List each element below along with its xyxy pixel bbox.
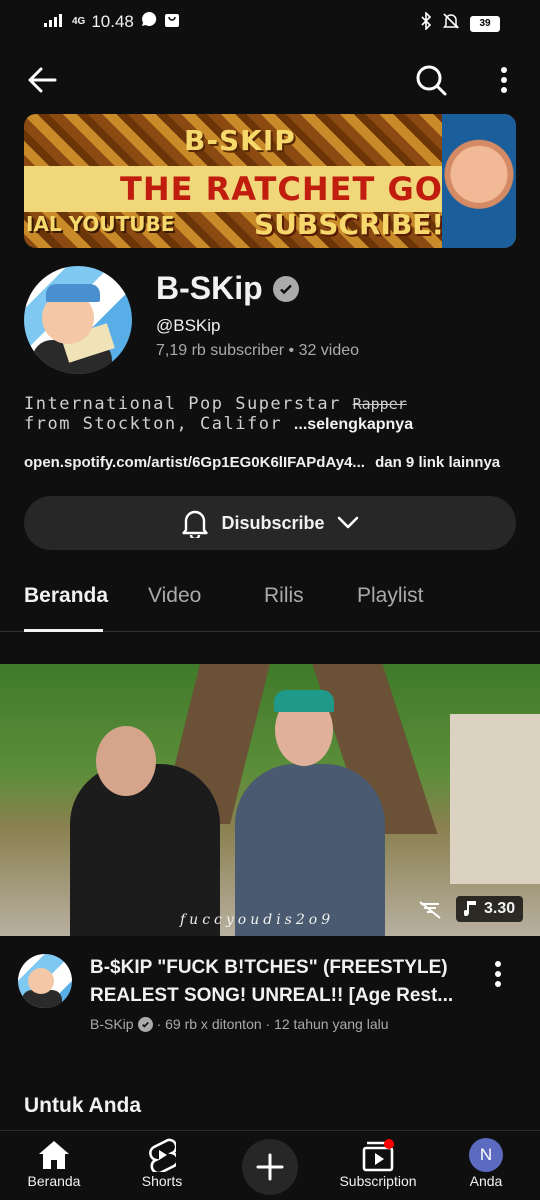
banner-text: IAL YOUTUBE [26,212,175,236]
nav-you[interactable]: N Anda [436,1137,536,1189]
tab-home[interactable]: Beranda [24,584,108,608]
more-links[interactable]: dan 9 link lainnya [375,454,500,471]
duration-text: 3.30 [484,900,516,917]
nav-subscriptions[interactable]: Subscription [328,1137,428,1189]
notification-dot [384,1139,394,1149]
video-more-button[interactable] [484,958,512,990]
verified-icon [137,1016,153,1032]
more-vertical-icon [495,961,501,987]
nav-subscriptions-label: Subscription [339,1173,417,1189]
battery-icon: 39 [470,15,500,32]
description-text: from Stockton, Califor [24,414,283,434]
tab-videos[interactable]: Video [148,584,201,608]
nav-home[interactable]: Beranda [4,1137,104,1189]
video-channel-name[interactable]: B-SKip [90,1016,134,1032]
tab-playlists[interactable]: Playlist [357,584,424,608]
more-options-button[interactable] [484,60,524,100]
home-icon [39,1141,69,1169]
network-type: 4G [72,16,86,27]
verified-icon [272,275,299,302]
banner-portrait [442,114,516,248]
shorts-icon [149,1138,176,1172]
plus-icon [256,1153,284,1181]
channel-handle: @BSKip [156,316,221,335]
video-title[interactable]: B-$KIP "FUCK B!TCHES" (FREESTYLE) REALES… [90,954,482,1010]
nav-shorts-label: Shorts [141,1173,183,1189]
music-note-icon [464,901,476,916]
subscribe-button[interactable]: Disubscribe [24,496,516,550]
bluetooth-icon [420,11,432,35]
description-strikethrough: Rapper [352,395,407,413]
status-time: 10.48 [91,11,134,31]
banner-text: SUBSCRIBE! [254,208,445,241]
back-button[interactable] [22,60,62,100]
channel-name-text: B-SKip [156,270,263,306]
subscribe-label: Disubscribe [221,512,325,533]
chat-icon [140,10,158,33]
spotify-link[interactable]: open.spotify.com/artist/6Gp1EG0K6lIFAPdA… [24,454,365,471]
video-watermark: fuccyoudis2o9 [180,912,335,928]
channel-description[interactable]: International Pop Superstar Rapper from … [24,394,516,435]
mute-icon [442,12,460,35]
channel-name: B-SKip [156,270,299,307]
chevron-down-icon [337,516,358,529]
video-views-age: · 69 rb x ditonton · 12 tahun yang lalu [156,1016,389,1032]
channel-banner[interactable]: B-SKIP THE RATCHET GOD IAL YOUTUBE SUBSC… [24,114,516,248]
banner-text: B-SKIP [184,124,296,157]
channel-links: open.spotify.com/artist/6Gp1EG0K6lIFAPdA… [24,454,524,471]
no-cast-icon [418,900,442,925]
search-button[interactable] [410,60,452,100]
video-info: B-$KIP "FUCK B!TCHES" (FREESTYLE) REALES… [0,950,540,1040]
tab-releases[interactable]: Rilis [264,584,304,608]
search-icon [416,65,447,96]
channel-tabs: Beranda Video Rilis Playlist [0,574,540,632]
show-more-link[interactable]: ...selengkapnya [294,416,413,433]
active-tab-indicator [24,629,103,632]
user-avatar: N [469,1138,503,1172]
section-title: Untuk Anda [24,1094,142,1117]
more-vertical-icon [501,67,507,93]
top-bar [0,56,540,104]
create-button[interactable] [242,1139,298,1195]
subscriber-count: 7,19 rb subscriber [156,342,285,359]
video-count: 32 video [298,342,360,359]
video-channel-avatar[interactable] [18,954,72,1008]
banner-text: THE RATCHET GOD [120,170,471,208]
video-duration: 3.30 [456,896,524,922]
shopping-bag-icon [164,10,180,33]
arrow-left-icon [28,67,57,93]
video-metadata: B-SKip · 69 rb x ditonton · 12 tahun yan… [90,1016,389,1032]
nav-shorts[interactable]: Shorts [112,1137,212,1189]
channel-stats: 7,19 rb subscriber • 32 video [156,342,360,359]
bottom-navigation: Beranda Shorts Subscription N Anda [0,1130,540,1200]
description-text: International Pop Superstar [24,394,341,414]
channel-avatar[interactable] [24,266,132,374]
nav-you-label: Anda [469,1173,503,1189]
signal-icon [44,12,66,32]
bell-icon [182,510,209,538]
nav-home-label: Beranda [27,1173,81,1189]
status-bar: 4G 10.48 39 [0,0,540,44]
